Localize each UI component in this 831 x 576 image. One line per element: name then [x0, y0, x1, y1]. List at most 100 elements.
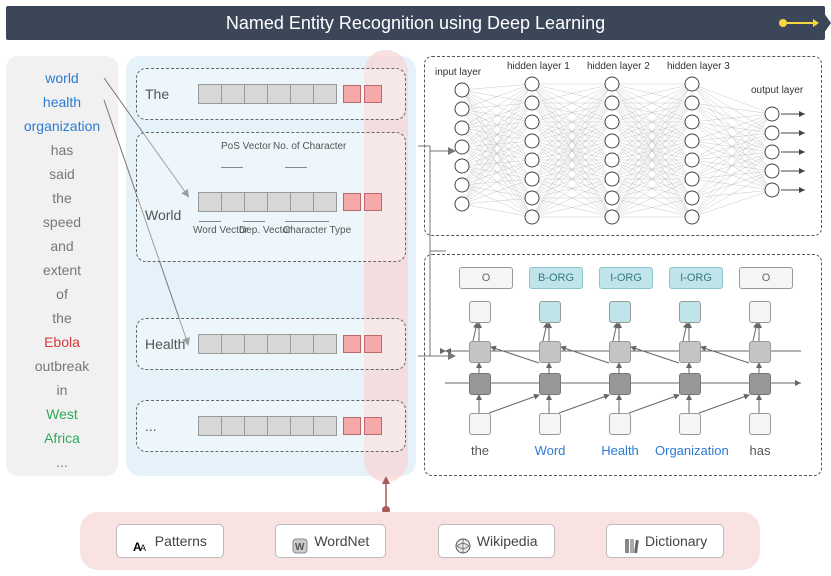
seq-node [679, 373, 701, 395]
input-word: speed [6, 210, 118, 234]
seq-node [749, 341, 771, 363]
svg-text:A: A [140, 543, 146, 553]
brace-icon [285, 167, 307, 172]
title-bar: Named Entity Recognition using Deep Lear… [6, 6, 825, 40]
seq-input-node [679, 413, 701, 435]
input-word: the [6, 306, 118, 330]
seq-word-label: Health [585, 443, 655, 458]
resource-wordnet: W WordNet [275, 524, 386, 558]
seq-word-label: Word [515, 443, 585, 458]
feature-cells [199, 416, 337, 436]
seq-node [609, 373, 631, 395]
input-word: of [6, 282, 118, 306]
feature-row-world: World PoS Vector No. of Character Word V… [136, 132, 406, 262]
seq-input-node [749, 413, 771, 435]
feature-row-the: The [136, 68, 406, 120]
dictionary-icon [623, 533, 639, 549]
input-word: West [6, 402, 118, 426]
tag-label: O [459, 267, 513, 289]
tag-label: I-ORG [669, 267, 723, 289]
seq-node [469, 373, 491, 395]
feature-cells [199, 192, 337, 212]
seq-node [679, 341, 701, 363]
feature-panel: The World PoS Vector No. of Character [126, 56, 416, 476]
seq-node [539, 301, 561, 323]
tag-label: B-ORG [529, 267, 583, 289]
external-feature-cells [343, 335, 385, 353]
seq-node [469, 301, 491, 323]
input-word: Ebola [6, 330, 118, 354]
brace-icon [285, 217, 329, 222]
feature-cells [199, 84, 337, 104]
seq-node [539, 341, 561, 363]
input-word: said [6, 162, 118, 186]
nn-input-label: input layer [435, 67, 481, 78]
input-word: ... [6, 450, 118, 474]
input-words-panel: worldhealthorganizationhassaidthespeedan… [6, 56, 118, 476]
neural-network-panel: input layer hidden layer 1 hidden layer … [424, 56, 822, 236]
resource-label: Dictionary [645, 525, 707, 557]
title-arrow-icon [783, 22, 813, 24]
input-word: organization [6, 114, 118, 138]
nn-output-label: output layer [751, 85, 803, 96]
ann-char-type: Character Type [283, 225, 351, 236]
resource-dictionary: Dictionary [606, 524, 724, 558]
resource-label: Wikipedia [477, 525, 538, 557]
seq-input-node [609, 413, 631, 435]
input-word: health [6, 90, 118, 114]
feature-row-label: World [145, 207, 181, 223]
seq-word-label: Organization [655, 443, 725, 458]
nn-h2-label: hidden layer 2 [587, 61, 650, 72]
seq-node [539, 373, 561, 395]
sequence-panel: O B-ORG I-ORG I-ORG OtheWordHealthOrganizati… [424, 254, 822, 476]
brace-icon [199, 217, 221, 222]
resource-label: Patterns [155, 525, 207, 557]
brace-icon [243, 217, 265, 222]
input-word: outbreak [6, 354, 118, 378]
tag-label: I-ORG [599, 267, 653, 289]
feature-cells [199, 334, 337, 354]
input-word: extent [6, 258, 118, 282]
feature-row-health: Health [136, 318, 406, 370]
seq-node [749, 373, 771, 395]
resource-wikipedia: Wikipedia [438, 524, 555, 558]
wordnet-icon: W [292, 533, 308, 549]
resource-patterns: AA Patterns [116, 524, 224, 558]
external-feature-cells [343, 417, 385, 435]
resources-panel: AA Patterns W WordNet Wikipedia Dictiona… [80, 512, 760, 570]
svg-text:W: W [295, 542, 305, 553]
ann-pos-vector: PoS Vector [221, 141, 271, 152]
feature-row-label: ... [145, 418, 157, 434]
seq-input-node [539, 413, 561, 435]
input-word: has [6, 138, 118, 162]
seq-word-label: has [725, 443, 795, 458]
external-feature-cells [343, 85, 385, 103]
brace-icon [221, 167, 243, 172]
wikipedia-icon [455, 533, 471, 549]
feature-row-label: Health [145, 336, 185, 352]
feature-row-ellipsis: ... [136, 400, 406, 452]
main-diagram: worldhealthorganizationhassaidthespeedan… [6, 56, 825, 570]
seq-input-node [469, 413, 491, 435]
input-word: world [6, 66, 118, 90]
resource-label: WordNet [314, 525, 369, 557]
input-word: the [6, 186, 118, 210]
input-word: and [6, 234, 118, 258]
nn-h3-label: hidden layer 3 [667, 61, 730, 72]
title-text: Named Entity Recognition using Deep Lear… [226, 13, 605, 33]
input-word: in [6, 378, 118, 402]
external-feature-cells [343, 193, 385, 211]
seq-node [609, 341, 631, 363]
nn-connections [425, 57, 823, 237]
tag-label: O [739, 267, 793, 289]
seq-word-label: the [445, 443, 515, 458]
seq-node [749, 301, 771, 323]
nn-h1-label: hidden layer 1 [507, 61, 570, 72]
seq-node [609, 301, 631, 323]
input-word: Africa [6, 426, 118, 450]
patterns-icon: AA [133, 533, 149, 549]
seq-node [679, 301, 701, 323]
feature-row-label: The [145, 86, 169, 102]
ann-num-char: No. of Character [273, 141, 346, 152]
seq-node [469, 341, 491, 363]
